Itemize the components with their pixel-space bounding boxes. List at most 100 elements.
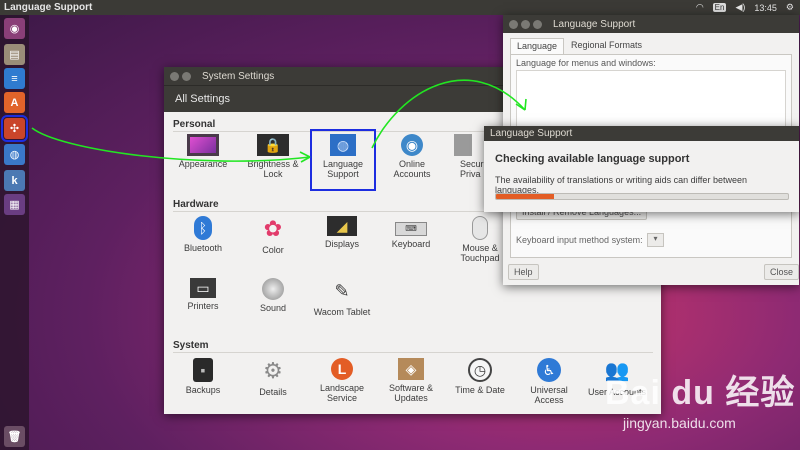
section-heading: System [173,340,209,351]
sound-icon [262,278,284,300]
active-window-title: Language Support [4,2,93,13]
watermark-logo: Bai du 经验 [605,374,796,412]
settings-item-security-privacy[interactable]: Securi Priva [444,134,484,179]
bluetooth-icon: ᛒ [194,216,212,240]
minimize-icon[interactable] [182,71,191,81]
close-icon[interactable] [509,19,518,29]
settings-item-displays[interactable]: ◢ Displays [309,216,375,249]
item-label: Priva [460,169,481,179]
item-label: Landscape [319,383,365,393]
mouse-icon [472,216,488,240]
tab-language[interactable]: Language [510,38,565,54]
settings-item-brightness-lock[interactable]: 🔒 Brightness & Lock [240,134,306,179]
gear-icon[interactable]: ⚙ [786,2,794,13]
workspace-switcher-icon[interactable]: ▦ [4,194,25,215]
flag-globe-icon: ◍ [330,134,356,156]
software-center-icon[interactable]: A [4,92,25,113]
window-title: System Settings [202,70,275,82]
keyboard-icon: ⌨ [395,222,427,236]
item-label: Printers [187,301,219,311]
tab-regional-formats[interactable]: Regional Formats [565,38,648,54]
top-panel: Language Support ◠ En ◀) 13:45 ⚙ [0,0,800,15]
settings-item-sound[interactable]: Sound [240,278,306,313]
dialog-body: Checking available language support The … [484,141,799,212]
settings-item-wacom-tablet[interactable]: ✎ Wacom Tablet [309,278,375,317]
item-label: Backups [185,385,221,395]
trash-icon[interactable]: 🗑 [4,426,25,447]
color-icon: ✿ [263,216,283,241]
software-updates-icon: ◈ [398,358,424,380]
backups-icon: ▪ [193,358,213,382]
progress-bar [495,193,789,200]
close-button[interactable]: Close [764,264,800,280]
clock-icon: ◷ [468,358,492,382]
launcher: ◉ ▤ ≡ A ✣ ◍ k ▦ 🗑 [0,15,29,450]
file-manager-icon[interactable]: ▤ [4,44,25,65]
settings-item-online-accounts[interactable]: ◉ Online Accounts [379,134,445,179]
item-label: Sound [259,303,287,313]
item-label: Lock [263,169,283,179]
item-label: Service [326,393,357,403]
item-label: Bluetooth [183,243,223,253]
section-divider [173,352,653,353]
dash-icon[interactable]: ◉ [4,18,25,39]
settings-item-software-updates[interactable]: ◈ Software & Updates [378,358,444,403]
settings-item-universal-access[interactable]: ♿ Universal Access [516,358,582,405]
item-label: Language [322,159,364,169]
settings-item-printers[interactable]: ▭ Printers [170,278,236,311]
settings-item-backups[interactable]: ▪ Backups [170,358,236,395]
item-label: Universal [530,385,568,395]
clock[interactable]: 13:45 [754,3,777,13]
writer-icon[interactable]: ≡ [4,68,25,89]
dialog-title: Language Support [490,128,573,139]
lock-icon: 🔒 [257,134,289,156]
dialog-heading: Checking available language support [495,153,690,165]
settings-item-language-support[interactable]: ◍ Language Support [310,129,376,191]
settings-item-appearance[interactable]: Appearance [170,134,236,169]
dialog-titlebar: Language Support [484,126,799,141]
item-label: Keyboard [391,239,431,249]
window-title: Language Support [553,18,636,30]
settings-item-landscape-service[interactable]: L Landscape Service [309,358,375,403]
minimize-icon[interactable] [521,19,530,29]
language-support-icon[interactable]: ◍ [4,144,25,165]
volume-icon[interactable]: ◀) [735,2,745,13]
landscape-icon: L [331,358,353,380]
settings-item-time-date[interactable]: ◷ Time & Date [447,358,513,395]
input-method-label: Keyboard input method system: [516,235,643,245]
indicator-area: ◠ En ◀) 13:45 ⚙ [696,2,800,13]
item-label: Software & [388,383,434,393]
input-method-select[interactable]: ▾ [647,233,664,247]
maximize-icon[interactable] [533,19,542,29]
settings-item-details[interactable]: ⚙ Details [240,358,306,398]
language-support-titlebar: Language Support [503,15,799,33]
item-label: Access [534,395,564,405]
item-label: Appearance [178,159,228,169]
section-heading: Hardware [173,199,219,210]
accessibility-icon: ♿ [537,358,561,382]
item-label: Time & Date [455,385,505,395]
help-button[interactable]: Help [508,264,539,280]
close-icon[interactable] [170,71,179,81]
all-settings-button[interactable]: All Settings [175,93,230,105]
dialog-message: The availability of translations or writ… [495,175,747,195]
item-label: Securi [460,159,484,169]
item-label: Displays [324,239,359,249]
watermark-url: jingyan.baidu.com [623,415,736,431]
system-settings-icon[interactable]: ✣ [1,115,28,142]
appearance-icon [187,134,219,156]
item-label: Support [327,169,359,179]
language-list-label: Language for menus and windows: [516,58,656,68]
kdevelop-icon[interactable]: k [4,170,25,191]
wifi-icon[interactable]: ◠ [696,2,704,13]
settings-item-bluetooth[interactable]: ᛒ Bluetooth [170,216,236,253]
tablet-icon: ✎ [334,281,350,301]
settings-item-keyboard[interactable]: ⌨ Keyboard [378,216,444,249]
settings-item-color[interactable]: ✿ Color [240,216,306,256]
online-accounts-icon: ◉ [401,134,423,156]
baidu-watermark: Bai du 经验 jingyan.baidu.com [605,365,796,431]
keyboard-indicator[interactable]: En [712,3,727,12]
item-label: Accounts [393,169,431,179]
item-label: Brightness & [247,159,299,169]
item-label: Online [398,159,425,169]
